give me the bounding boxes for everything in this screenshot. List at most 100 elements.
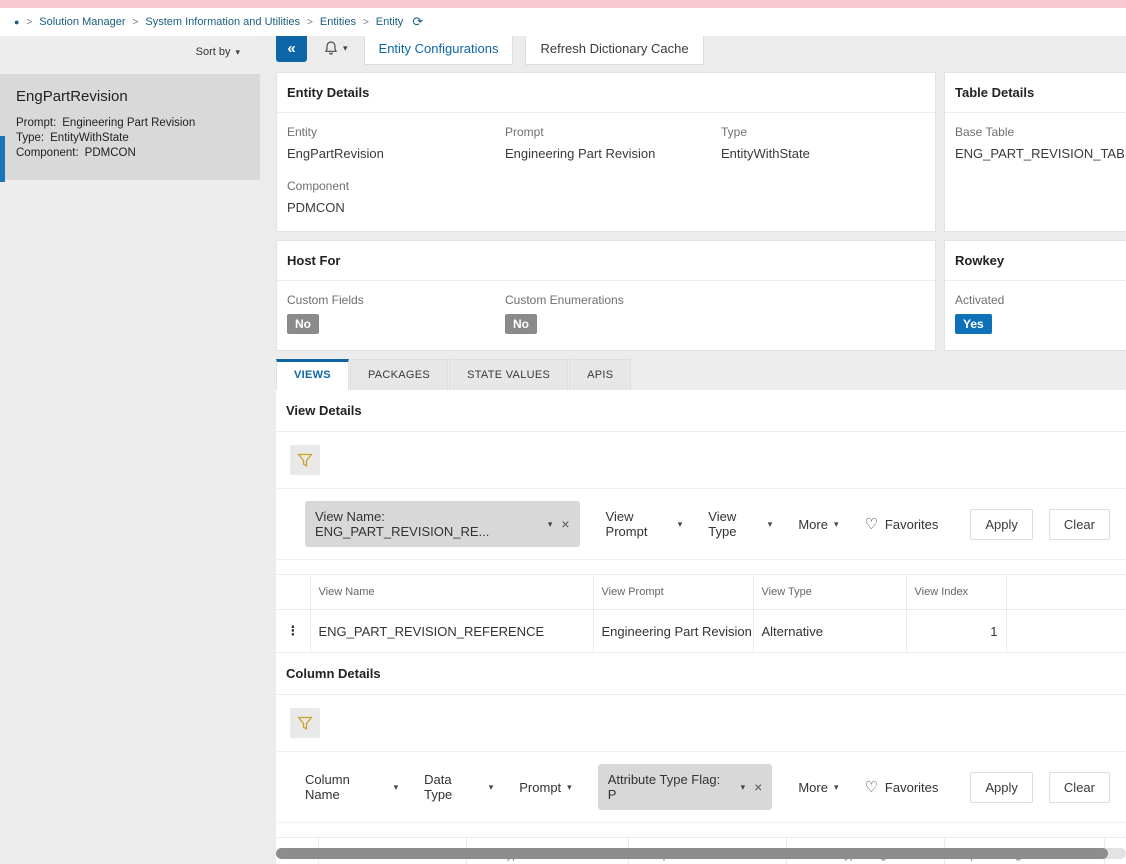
tab-packages[interactable]: PACKAGES xyxy=(349,359,449,390)
card-title: Entity Details xyxy=(277,73,935,113)
filter-dropdown-more[interactable]: More ▾ xyxy=(798,517,838,532)
filter-chip-view-name[interactable]: View Name: ENG_PART_REVISION_RE... ▾ × xyxy=(305,501,580,547)
views-table: View Name View Prompt View Type View Ind… xyxy=(276,574,1126,653)
filter-chip-attribute-type-flag[interactable]: Attribute Type Flag: P ▾ × xyxy=(597,764,773,810)
entity-list-item-component: Component: PDMCON xyxy=(16,147,244,159)
field-label: Type: xyxy=(16,132,45,144)
entity-list-item-title: EngPartRevision xyxy=(16,88,128,105)
entity-details-card: Entity Details Entity EngPartRevision Pr… xyxy=(276,72,936,232)
breadcrumb-item-entity[interactable]: Entity xyxy=(376,16,404,28)
field-prompt: Prompt Engineering Part Revision xyxy=(505,125,721,161)
field-custom-enumerations: Custom Enumerations No xyxy=(505,293,925,334)
views-filter-button[interactable] xyxy=(290,445,320,475)
entity-details-fields: Entity EngPartRevision Prompt Engineerin… xyxy=(277,113,935,231)
sidebar-sort-row: Sort by ▾ xyxy=(0,36,260,66)
filter-dropdown-data-type[interactable]: Data Type ▾ xyxy=(424,772,493,802)
card-title: Host For xyxy=(277,241,935,281)
field-activated: Activated Yes xyxy=(955,293,1126,334)
tab-views[interactable]: VIEWS xyxy=(276,359,349,390)
tab-state-values[interactable]: STATE VALUES xyxy=(449,359,569,390)
refresh-dictionary-cache-button[interactable]: Refresh Dictionary Cache xyxy=(525,36,704,65)
column-header-view-name: View Name xyxy=(309,574,594,610)
breadcrumb-separator: > xyxy=(26,16,33,28)
chevron-down-icon: ▾ xyxy=(567,781,572,792)
filter-dropdown-label: Data Type xyxy=(424,772,453,802)
filter-dropdown-view-type[interactable]: View Type ▾ xyxy=(708,509,772,539)
filter-dropdown-view-prompt[interactable]: View Prompt ▾ xyxy=(606,509,683,539)
favorites-label: Favorites xyxy=(884,516,939,532)
bell-icon xyxy=(324,41,338,55)
column-header-view-prompt: View Prompt xyxy=(592,574,754,610)
views-table-header-row: View Name View Prompt View Type View Ind… xyxy=(276,574,1126,610)
breadcrumb-separator: > xyxy=(362,16,369,28)
apply-button[interactable]: Apply xyxy=(970,508,1033,540)
refresh-icon[interactable]: ⟳ xyxy=(412,14,423,30)
column-header-filler xyxy=(1005,574,1126,610)
tab-apis[interactable]: APIS xyxy=(569,359,632,390)
field-label: Entity xyxy=(287,125,318,139)
filter-dropdown-prompt[interactable]: Prompt ▾ xyxy=(519,780,571,795)
field-value: EntityWithState xyxy=(50,132,129,144)
filter-dropdown-label: More xyxy=(798,779,828,795)
chevron-down-icon: ▾ xyxy=(488,781,494,792)
sort-by-dropdown[interactable]: Sort by ▾ xyxy=(196,46,240,58)
entity-list-item[interactable]: EngPartRevision Prompt: Engineering Part… xyxy=(0,74,260,182)
field-label: Component xyxy=(287,179,350,193)
funnel-icon xyxy=(297,453,313,467)
breadcrumb: ● > Solution Manager > System Informatio… xyxy=(0,8,1126,36)
columns-filter-band: Column Name ▾ Data Type ▾ Prompt ▾ Attri… xyxy=(276,751,1126,823)
field-value: EngPartRevision xyxy=(287,146,384,161)
view-details-title: View Details xyxy=(276,390,1126,432)
filter-dropdown-more[interactable]: More ▾ xyxy=(798,780,838,795)
chevron-down-icon: ▾ xyxy=(547,518,553,529)
field-type: Type EntityWithState xyxy=(721,125,925,161)
cell-view-name: ENG_PART_REVISION_REFERENCE xyxy=(309,609,594,653)
favorites-button[interactable]: ♡ Favorites xyxy=(864,778,938,796)
tab-bar: VIEWS PACKAGES STATE VALUES APIS xyxy=(276,359,1126,390)
row-menu-icon[interactable]: ⋮ xyxy=(286,623,299,638)
field-component: Component PDMCON xyxy=(287,179,505,215)
host-for-fields: Custom Fields No Custom Enumerations No xyxy=(277,281,935,350)
funnel-icon xyxy=(297,716,313,730)
favorites-button[interactable]: ♡ Favorites xyxy=(864,515,938,533)
field-label: Type xyxy=(721,125,748,139)
card-title: Rowkey xyxy=(945,241,1126,281)
views-tab-panel: View Details View Name: ENG_PART_REVISIO… xyxy=(276,390,1126,864)
scrollbar-thumb[interactable] xyxy=(276,848,1108,859)
breadcrumb-item-entities[interactable]: Entities xyxy=(320,16,356,28)
filter-dropdown-column-name[interactable]: Column Name ▾ xyxy=(305,772,398,802)
columns-filter-button[interactable] xyxy=(290,708,320,738)
toolbar: « ▾ Entity Configurations Refresh Dictio… xyxy=(276,36,1126,72)
notifications-button[interactable]: ▾ xyxy=(319,40,352,56)
remove-filter-icon[interactable]: × xyxy=(754,779,762,795)
breadcrumb-separator: > xyxy=(307,16,313,28)
table-details-card: Table Details Base Table ENG_PART_REVISI… xyxy=(944,72,1126,232)
clear-button[interactable]: Clear xyxy=(1048,771,1110,803)
app-body: Sort by ▾ EngPartRevision Prompt: Engine… xyxy=(0,36,1126,864)
apply-button[interactable]: Apply xyxy=(970,771,1033,803)
breadcrumb-item-solution-manager[interactable]: Solution Manager xyxy=(39,16,125,28)
heart-icon: ♡ xyxy=(864,516,878,533)
chevron-down-icon: ▾ xyxy=(740,781,746,792)
chevron-down-icon: ▾ xyxy=(677,518,683,529)
favorites-label: Favorites xyxy=(884,779,939,795)
field-label: Prompt xyxy=(505,125,544,139)
filter-dropdown-label: More xyxy=(798,516,828,532)
card-title: Table Details xyxy=(945,73,1126,113)
app-dot-icon[interactable]: ● xyxy=(14,17,19,27)
entity-list-item-prompt: Prompt: Engineering Part Revision xyxy=(16,117,244,129)
field-label: Custom Enumerations xyxy=(505,293,624,307)
breadcrumb-item-system-information[interactable]: System Information and Utilities xyxy=(145,16,300,28)
field-label: Custom Fields xyxy=(287,293,364,307)
chevron-down-icon: ▾ xyxy=(767,518,773,529)
entity-list-item-type: Type: EntityWithState xyxy=(16,132,244,144)
remove-filter-icon[interactable]: × xyxy=(561,516,569,532)
horizontal-scrollbar[interactable] xyxy=(276,848,1126,859)
clear-button[interactable]: Clear xyxy=(1048,508,1110,540)
sidebar: Sort by ▾ EngPartRevision Prompt: Engine… xyxy=(0,36,260,864)
entity-configurations-button[interactable]: Entity Configurations xyxy=(363,36,514,65)
table-row[interactable]: ⋮ ENG_PART_REVISION_REFERENCE Engineerin… xyxy=(276,609,1126,653)
row-menu-column-header xyxy=(276,574,311,610)
details-cards-row: Entity Details Entity EngPartRevision Pr… xyxy=(276,72,1126,232)
collapse-panel-button[interactable]: « xyxy=(276,36,307,62)
